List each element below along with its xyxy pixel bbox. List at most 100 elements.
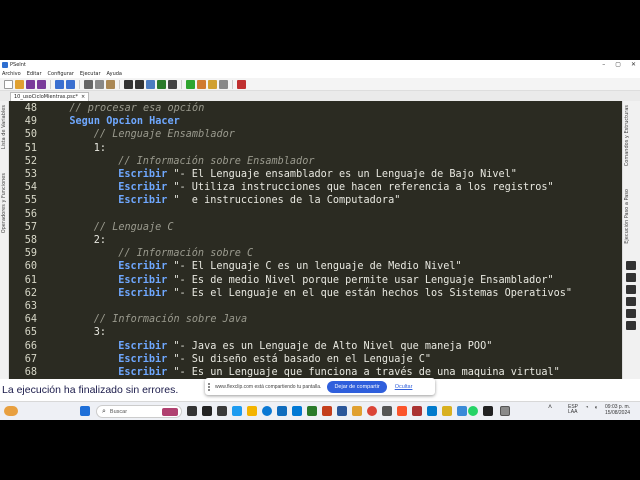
drag-handle-icon[interactable] <box>208 382 212 391</box>
code-line[interactable]: 65 3: <box>9 326 622 339</box>
code-line[interactable]: 55 Escribir " e instrucciones de la Compu… <box>9 194 622 207</box>
camera-icon[interactable] <box>626 273 636 282</box>
file-explorer-icon[interactable] <box>247 406 257 416</box>
line-number: 49 <box>24 116 37 128</box>
app-icon-5[interactable] <box>412 406 422 416</box>
document-icon[interactable] <box>337 406 347 416</box>
help-icon[interactable] <box>237 79 246 89</box>
code-line[interactable]: 57 // Lenguaje C <box>9 221 622 234</box>
task-view-icon[interactable] <box>187 406 197 416</box>
code-line[interactable]: 62 Escribir "- Es el Lenguaje en el que e… <box>9 287 622 300</box>
menu-configurar[interactable]: Configurar <box>48 71 74 77</box>
spreadsheet-icon[interactable] <box>307 406 317 416</box>
brave-icon[interactable] <box>397 406 407 416</box>
open-file-icon[interactable] <box>15 79 24 89</box>
presentation-icon[interactable] <box>322 406 332 416</box>
undo-icon[interactable] <box>55 79 64 89</box>
weather-icon[interactable] <box>4 406 18 416</box>
code-editor[interactable]: 48 // procesar esa opción 49 Segun Opcion H… <box>9 101 622 379</box>
app-icon-3[interactable] <box>352 406 362 416</box>
text-token: 2: <box>93 235 107 246</box>
minimize-icon[interactable]: – <box>602 61 605 68</box>
save-icon[interactable] <box>26 79 35 89</box>
code-line[interactable]: 53 Escribir "- El Lenguaje ensamblador es… <box>9 168 622 181</box>
run-icon[interactable] <box>186 79 195 89</box>
store-icon[interactable] <box>277 406 287 416</box>
menu-editar[interactable]: Editar <box>27 71 42 77</box>
start-icon[interactable] <box>80 406 90 416</box>
save-as-icon[interactable] <box>37 79 46 89</box>
terminal-icon[interactable] <box>483 406 493 416</box>
new-file-icon[interactable] <box>4 79 13 89</box>
code-line[interactable]: 51 1: <box>9 142 622 155</box>
code-line[interactable]: 49 Segun Opcion Hacer <box>9 115 622 128</box>
comment-icon[interactable] <box>157 79 166 89</box>
replace-icon[interactable] <box>146 79 155 89</box>
video-icon[interactable] <box>626 285 636 294</box>
code-line[interactable]: 52 // Información sobre Ensamblador <box>9 155 622 168</box>
widgets-icon[interactable] <box>202 406 212 416</box>
wifi-icon[interactable]: ◔ <box>585 405 589 411</box>
volume-icon[interactable]: ◖ <box>594 405 598 411</box>
app-icon-7[interactable] <box>457 406 467 416</box>
code-line[interactable]: 61 Escribir "- Es de medio Nivel porque p… <box>9 274 622 287</box>
app-icon-2[interactable] <box>232 406 242 416</box>
code-line[interactable]: 60 Escribir "- El Lenguaje C es un lengua… <box>9 260 622 273</box>
taskbar-search[interactable]: ⌕ Buscar <box>96 405 182 418</box>
chrome-icon[interactable] <box>367 406 377 416</box>
indent-icon[interactable] <box>124 79 133 89</box>
tray-chevron-icon[interactable]: ˄ <box>548 404 552 411</box>
code-line[interactable]: 54 Escribir "- Utiliza instrucciones que … <box>9 181 622 194</box>
step-by-step-icon[interactable] <box>197 79 206 89</box>
menu-ejecutar[interactable]: Ejecutar <box>80 71 101 77</box>
tab-close-icon[interactable]: × <box>81 93 85 101</box>
code-line[interactable]: 63 <box>9 300 622 313</box>
keyword-token: Escribir <box>118 195 168 207</box>
cut-icon[interactable] <box>84 79 93 89</box>
code-line[interactable]: 58 2: <box>9 234 622 247</box>
format-icon[interactable] <box>168 79 177 89</box>
code-line[interactable]: 56 <box>9 208 622 221</box>
language-indicator[interactable]: ESP LAA <box>568 405 578 415</box>
search-placeholder: Buscar <box>109 408 128 415</box>
variables-icon[interactable] <box>219 79 228 89</box>
pseint-taskbar-icon[interactable] <box>500 406 510 416</box>
paste-icon[interactable] <box>106 79 115 89</box>
code-line[interactable]: 67 Escribir "- Su diseño está basado en e… <box>9 353 622 366</box>
code-line[interactable]: 50 // Lenguaje Ensamblador <box>9 128 622 141</box>
code-line[interactable]: 59 // Información sobre C <box>9 247 622 260</box>
panel-tab-operators[interactable]: Operadores y Funciones <box>1 173 7 233</box>
draw-icon[interactable] <box>626 297 636 306</box>
mail-icon[interactable] <box>292 406 302 416</box>
panel-tab-step-execution[interactable]: Ejecución Paso a Paso <box>624 189 630 244</box>
copy-icon[interactable] <box>95 79 104 89</box>
search-code-icon[interactable] <box>135 79 144 89</box>
code-text: 3: <box>94 326 106 339</box>
comment-token: // Lenguaje Ensamblador <box>93 129 235 141</box>
redo-icon[interactable] <box>66 79 75 89</box>
tab-file[interactable]: 10_usoCicloMientras.psc* × <box>10 92 90 101</box>
record-icon[interactable] <box>626 261 636 270</box>
close-icon[interactable]: ✕ <box>631 61 636 68</box>
panel-tab-commands[interactable]: Comandos y Estructuras <box>624 105 630 166</box>
code-line[interactable]: 48 // procesar esa opción <box>9 102 622 115</box>
menu-ayuda[interactable]: Ayuda <box>107 71 122 77</box>
settings-icon[interactable] <box>626 321 636 330</box>
pause-icon[interactable] <box>626 309 636 318</box>
app-icon-6[interactable] <box>442 406 452 416</box>
flowchart-icon[interactable] <box>208 79 217 89</box>
clock[interactable]: 09:03 p. m. 15/08/2024 <box>605 404 630 416</box>
edge-icon[interactable] <box>262 406 272 416</box>
panel-tab-variables[interactable]: Lista de Variables <box>1 105 7 149</box>
hide-banner-link[interactable]: Ocultar <box>395 384 413 390</box>
text-token: "- Utiliza instrucciones que hacen refer… <box>167 182 554 194</box>
menu-archivo[interactable]: Archivo <box>2 71 21 77</box>
app-icon-1[interactable] <box>217 406 227 416</box>
code-line[interactable]: 66 Escribir "- Java es un Lenguaje de Alt… <box>9 340 622 353</box>
maximize-icon[interactable]: ▢ <box>615 61 621 68</box>
code-line[interactable]: 64 // Información sobre Java <box>9 313 622 326</box>
stop-sharing-button[interactable]: Dejar de compartir <box>327 380 387 393</box>
app-icon-4[interactable] <box>382 406 392 416</box>
vscode-icon[interactable] <box>427 406 437 416</box>
whatsapp-icon[interactable] <box>468 406 478 416</box>
